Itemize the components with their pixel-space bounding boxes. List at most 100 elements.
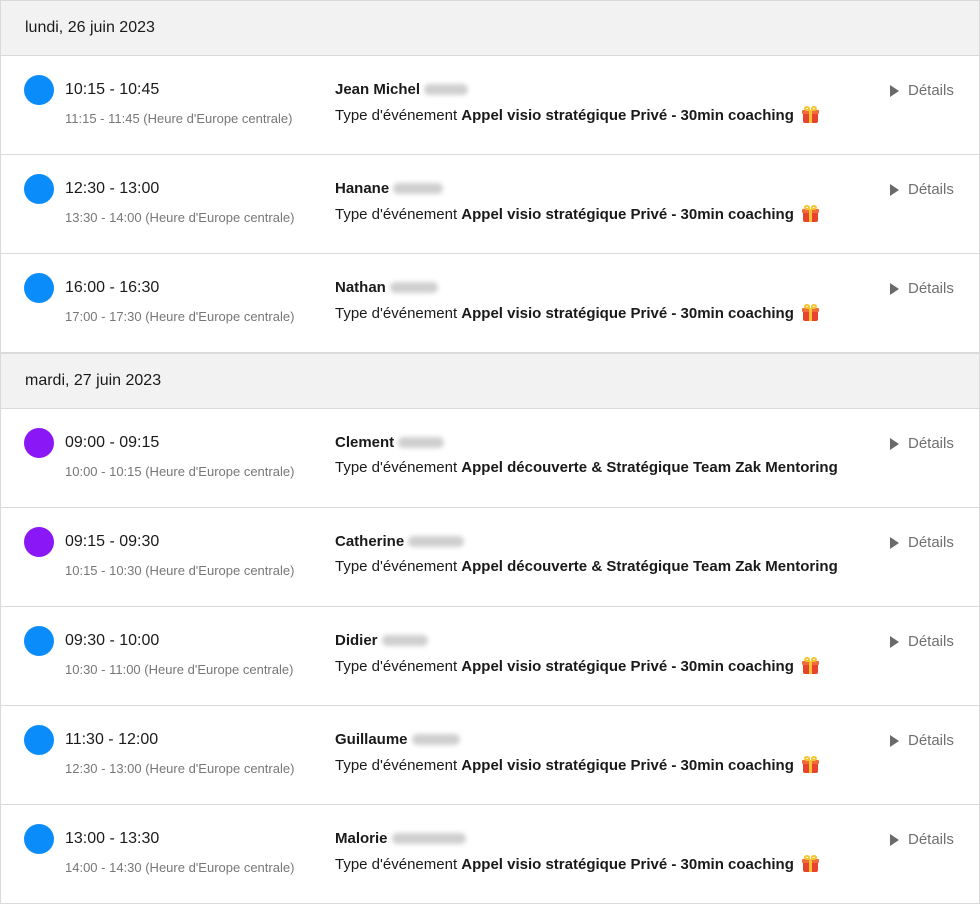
- event-type-name: Appel découverte & Stratégique Team Zak …: [461, 459, 838, 476]
- invitee-surname-blurred: [398, 437, 445, 448]
- event-row: 09:15 - 09:30 10:15 - 10:30 (Heure d'Eur…: [1, 508, 979, 607]
- event-type-prefix: Type d'événement: [335, 206, 458, 223]
- event-time: 16:00 - 16:30: [65, 279, 160, 296]
- event-time: 09:00 - 09:15: [65, 434, 160, 451]
- event-time-alt-timezone: 10:30 - 11:00 (Heure d'Europe centrale): [65, 662, 294, 677]
- details-toggle[interactable]: Détails: [890, 633, 954, 650]
- event-row: 10:15 - 10:45 11:15 - 11:45 (Heure d'Eur…: [1, 56, 979, 155]
- scheduled-events-list: lundi, 26 juin 2023 10:15 - 10:45 11:15 …: [0, 0, 980, 904]
- details-toggle[interactable]: Détails: [890, 831, 954, 848]
- invitee-name: Jean Michel: [335, 81, 469, 98]
- event-type-name: Appel découverte & Stratégique Team Zak …: [461, 558, 838, 575]
- details-toggle[interactable]: Détails: [890, 732, 954, 749]
- event-time: 13:00 - 13:30: [65, 830, 160, 847]
- event-time: 12:30 - 13:00: [65, 180, 160, 197]
- event-row: 13:00 - 13:30 14:00 - 14:30 (Heure d'Eur…: [1, 805, 979, 904]
- invitee-first-name: Guillaume: [335, 731, 408, 748]
- event-type-line: Type d'événement Appel visio stratégique…: [335, 205, 820, 223]
- event-type-prefix: Type d'événement: [335, 107, 458, 124]
- event-type-line: Type d'événement Appel visio stratégique…: [335, 657, 820, 675]
- event-type-color-dot: [24, 428, 54, 458]
- invitee-first-name: Catherine: [335, 533, 405, 550]
- gift-icon: [802, 657, 820, 674]
- details-label: Détails: [908, 181, 954, 198]
- day-header: mardi, 27 juin 2023: [1, 353, 979, 409]
- event-type-line: Type d'événement Appel découverte & Stra…: [335, 459, 838, 476]
- event-type-color-dot: [24, 527, 54, 557]
- gift-icon: [802, 304, 820, 321]
- details-toggle[interactable]: Détails: [890, 534, 954, 551]
- event-type-name: Appel visio stratégique Privé - 30min co…: [461, 856, 794, 873]
- gift-icon: [802, 205, 820, 222]
- event-type-name: Appel visio stratégique Privé - 30min co…: [461, 757, 794, 774]
- gift-icon: [802, 756, 820, 773]
- details-toggle[interactable]: Détails: [890, 435, 954, 452]
- event-type-line: Type d'événement Appel découverte & Stra…: [335, 558, 838, 575]
- caret-right-icon: [890, 833, 899, 846]
- event-type-prefix: Type d'événement: [335, 558, 458, 575]
- caret-right-icon: [890, 437, 899, 450]
- invitee-name: Didier: [335, 632, 428, 649]
- event-row: 09:00 - 09:15 10:00 - 10:15 (Heure d'Eur…: [1, 409, 979, 508]
- invitee-surname-blurred: [408, 536, 465, 547]
- event-type-color-dot: [24, 273, 54, 303]
- invitee-first-name: Didier: [335, 632, 378, 649]
- event-type-color-dot: [24, 824, 54, 854]
- details-toggle[interactable]: Détails: [890, 280, 954, 297]
- invitee-name: Hanane: [335, 180, 444, 197]
- event-type-name: Appel visio stratégique Privé - 30min co…: [461, 305, 794, 322]
- event-type-prefix: Type d'événement: [335, 757, 458, 774]
- event-type-color-dot: [24, 75, 54, 105]
- invitee-first-name: Malorie: [335, 830, 388, 847]
- gift-icon: [802, 855, 820, 872]
- event-time: 09:15 - 09:30: [65, 533, 160, 550]
- event-type-line: Type d'événement Appel visio stratégique…: [335, 855, 820, 873]
- event-row: 16:00 - 16:30 17:00 - 17:30 (Heure d'Eur…: [1, 254, 979, 353]
- caret-right-icon: [890, 536, 899, 549]
- invitee-first-name: Jean Michel: [335, 81, 421, 98]
- event-type-line: Type d'événement Appel visio stratégique…: [335, 756, 820, 774]
- event-type-line: Type d'événement Appel visio stratégique…: [335, 304, 820, 322]
- details-label: Détails: [908, 534, 954, 551]
- invitee-surname-blurred: [393, 183, 444, 194]
- invitee-surname-blurred: [411, 734, 460, 745]
- event-type-prefix: Type d'événement: [335, 856, 458, 873]
- event-type-name: Appel visio stratégique Privé - 30min co…: [461, 658, 794, 675]
- event-row: 11:30 - 12:00 12:30 - 13:00 (Heure d'Eur…: [1, 706, 979, 805]
- caret-right-icon: [890, 183, 899, 196]
- event-time: 09:30 - 10:00: [65, 632, 160, 649]
- event-type-line: Type d'événement Appel visio stratégique…: [335, 106, 820, 124]
- details-toggle[interactable]: Détails: [890, 82, 954, 99]
- gift-icon: [802, 106, 820, 123]
- event-type-prefix: Type d'événement: [335, 305, 458, 322]
- event-time-alt-timezone: 10:15 - 10:30 (Heure d'Europe centrale): [65, 563, 295, 578]
- invitee-surname-blurred: [389, 282, 438, 293]
- event-type-name: Appel visio stratégique Privé - 30min co…: [461, 206, 794, 223]
- event-time-alt-timezone: 17:00 - 17:30 (Heure d'Europe centrale): [65, 309, 295, 324]
- details-toggle[interactable]: Détails: [890, 181, 954, 198]
- event-time: 10:15 - 10:45: [65, 81, 160, 98]
- event-time-alt-timezone: 11:15 - 11:45 (Heure d'Europe centrale): [65, 111, 293, 126]
- event-type-color-dot: [24, 626, 54, 656]
- event-time-alt-timezone: 14:00 - 14:30 (Heure d'Europe centrale): [65, 860, 295, 875]
- invitee-first-name: Clement: [335, 434, 395, 451]
- event-type-color-dot: [24, 174, 54, 204]
- invitee-name: Nathan: [335, 279, 438, 296]
- caret-right-icon: [890, 734, 899, 747]
- details-label: Détails: [908, 280, 954, 297]
- event-time-alt-timezone: 10:00 - 10:15 (Heure d'Europe centrale): [65, 464, 295, 479]
- details-label: Détails: [908, 633, 954, 650]
- invitee-surname-blurred: [381, 635, 428, 646]
- invitee-name: Clement: [335, 434, 445, 451]
- invitee-first-name: Hanane: [335, 180, 390, 197]
- event-type-prefix: Type d'événement: [335, 459, 458, 476]
- details-label: Détails: [908, 831, 954, 848]
- day-header: lundi, 26 juin 2023: [1, 0, 979, 56]
- invitee-first-name: Nathan: [335, 279, 386, 296]
- event-row: 09:30 - 10:00 10:30 - 11:00 (Heure d'Eur…: [1, 607, 979, 706]
- caret-right-icon: [890, 282, 899, 295]
- details-label: Détails: [908, 732, 954, 749]
- event-row: 12:30 - 13:00 13:30 - 14:00 (Heure d'Eur…: [1, 155, 979, 254]
- caret-right-icon: [890, 635, 899, 648]
- invitee-name: Malorie: [335, 830, 466, 847]
